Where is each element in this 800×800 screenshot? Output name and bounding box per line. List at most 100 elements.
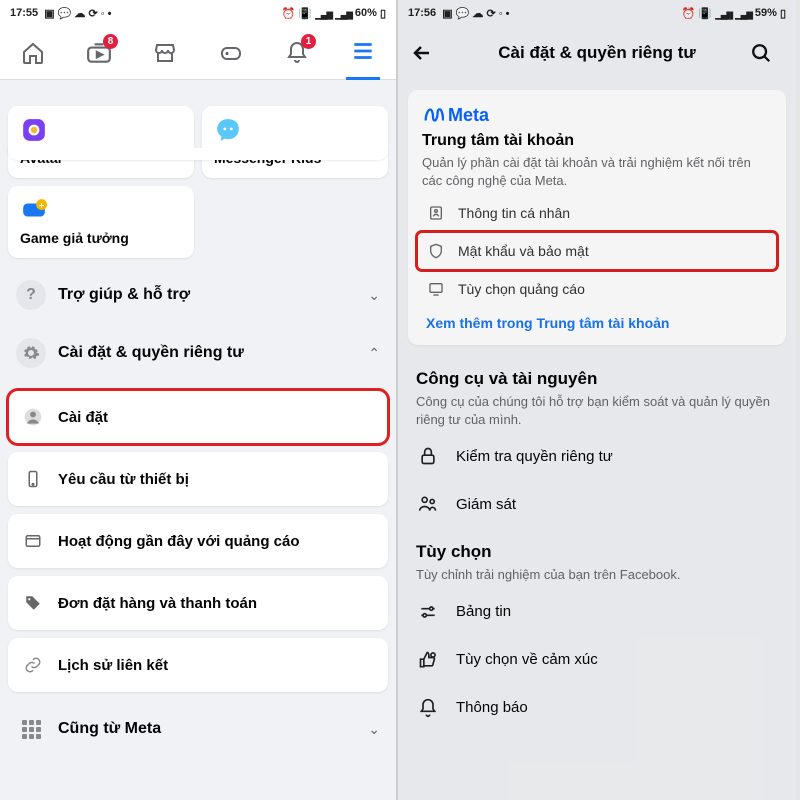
- status-right-icons: ⏰ 📳 ▁▃▅ ▁▃▅: [282, 7, 352, 20]
- accounts-center-desc: Quản lý phần cài đặt tài khoản và trải n…: [422, 154, 772, 189]
- status-time: 17:56: [408, 7, 436, 19]
- header-title: Cài đặt & quyền riêng tư: [444, 43, 750, 63]
- item-supervision-label: Giám sát: [456, 496, 516, 513]
- menu-recent-ad-activity[interactable]: Hoạt động gần đây với quảng cáo: [8, 514, 388, 568]
- section-preferences-title: Tùy chọn: [416, 542, 778, 562]
- tile-fantasy-game[interactable]: + Game giả tưởng: [8, 186, 194, 258]
- section-also-meta[interactable]: Cũng từ Meta ⌄: [0, 700, 396, 758]
- right-screenshot: 17:56 ▣ 💬 ☁ ⟳ ◦ • ⏰ 📳 ▁▃▅ ▁▃▅ 59% ▯ Cài …: [398, 0, 796, 800]
- person-card-icon: [426, 205, 446, 221]
- section-tools: Công cụ và tài nguyên Công cụ của chúng …: [398, 355, 796, 432]
- status-battery: 59%: [755, 7, 777, 19]
- status-app-icons: ▣ 💬 ☁ ⟳ ◦ •: [41, 7, 111, 20]
- battery-icon: ▯: [380, 7, 386, 20]
- nav-notifications-icon[interactable]: 1: [280, 36, 314, 70]
- section-preferences: Tùy chọn Tùy chỉnh trải nghiệm của bạn t…: [398, 528, 796, 588]
- menu-orders-payments[interactable]: Đơn đặt hàng và thanh toán: [8, 576, 388, 630]
- tile-fantasy-game-label: Game giả tưởng: [20, 230, 182, 246]
- tag-icon: [22, 592, 44, 614]
- row-ad-preferences-label: Tùy chọn quảng cáo: [458, 281, 585, 297]
- item-notifications-label: Thông báo: [456, 699, 528, 716]
- chevron-up-icon: ⌃: [368, 345, 380, 362]
- menu-orders-payments-label: Đơn đặt hàng và thanh toán: [58, 595, 257, 612]
- truncated-tile-row: [8, 148, 388, 160]
- nav-menu-icon[interactable]: [346, 26, 380, 80]
- screen-icon: [426, 281, 446, 297]
- accounts-center-card: Meta Trung tâm tài khoản Quản lý phần cà…: [408, 90, 786, 345]
- family-icon: [416, 494, 440, 514]
- section-also-meta-label: Cũng từ Meta: [58, 720, 368, 738]
- item-privacy-checkup[interactable]: Kiểm tra quyền riêng tư: [398, 432, 796, 480]
- nav-gaming-icon[interactable]: [214, 36, 248, 70]
- section-tools-title: Công cụ và tài nguyên: [416, 369, 778, 389]
- nav-video-badge: 8: [103, 34, 118, 49]
- thumbs-up-icon: [416, 650, 440, 670]
- status-time: 17:55: [10, 7, 38, 19]
- nav-bell-badge: 1: [301, 34, 316, 49]
- bell-icon: [416, 698, 440, 718]
- meta-logo: Meta: [422, 104, 772, 126]
- shortcut-tiles: Avatar Messenger Kids + Game giả tưởng: [0, 98, 396, 266]
- avatar-icon: [20, 116, 48, 144]
- status-battery: 60%: [355, 7, 377, 19]
- item-news-feed-label: Bảng tin: [456, 603, 511, 620]
- menu-settings[interactable]: Cài đặt: [8, 390, 388, 444]
- apps-grid-icon: [16, 714, 46, 744]
- status-bar: 17:55 ▣ 💬 ☁ ⟳ ◦ • ⏰ 📳 ▁▃▅ ▁▃▅ 60% ▯: [0, 0, 396, 26]
- menu-device-requests[interactable]: Yêu cầu từ thiết bị: [8, 452, 388, 506]
- person-gear-icon: [22, 406, 44, 428]
- gear-icon: [16, 338, 46, 368]
- menu-link-history-label: Lịch sử liên kết: [58, 657, 168, 674]
- section-help-label: Trợ giúp & hỗ trợ: [58, 286, 368, 304]
- item-supervision[interactable]: Giám sát: [398, 480, 796, 528]
- svg-text:+: +: [39, 200, 44, 210]
- back-button[interactable]: [410, 41, 444, 65]
- section-help-support[interactable]: ? Trợ giúp & hỗ trợ ⌄: [0, 266, 396, 324]
- sliders-icon: [416, 602, 440, 622]
- status-app-icons: ▣ 💬 ☁ ⟳ ◦ •: [439, 7, 509, 20]
- chevron-down-icon: ⌄: [368, 287, 380, 304]
- search-button[interactable]: [750, 42, 784, 64]
- status-bar: 17:56 ▣ 💬 ☁ ⟳ ◦ • ⏰ 📳 ▁▃▅ ▁▃▅ 59% ▯: [398, 0, 796, 26]
- nav-marketplace-icon[interactable]: [148, 36, 182, 70]
- left-screenshot: 17:55 ▣ 💬 ☁ ⟳ ◦ • ⏰ 📳 ▁▃▅ ▁▃▅ 60% ▯ 8 1: [0, 0, 398, 800]
- status-right-icons: ⏰ 📳 ▁▃▅ ▁▃▅: [682, 7, 752, 20]
- tile-avatar[interactable]: Avatar: [8, 106, 194, 178]
- item-news-feed[interactable]: Bảng tin: [398, 588, 796, 636]
- section-preferences-desc: Tùy chỉnh trải nghiệm của bạn trên Faceb…: [416, 566, 778, 584]
- menu-link-history[interactable]: Lịch sử liên kết: [8, 638, 388, 692]
- row-password-security-label: Mật khẩu và bảo mật: [458, 243, 589, 259]
- menu-device-requests-label: Yêu cầu từ thiết bị: [58, 471, 189, 488]
- item-notifications[interactable]: Thông báo: [398, 684, 796, 732]
- shield-icon: [426, 243, 446, 259]
- row-personal-info-label: Thông tin cá nhân: [458, 205, 570, 221]
- section-settings-privacy[interactable]: Cài đặt & quyền riêng tư ⌃: [0, 324, 396, 382]
- row-password-security[interactable]: Mật khẩu và bảo mật: [418, 233, 776, 269]
- ad-activity-icon: [22, 530, 44, 552]
- nav-video-icon[interactable]: 8: [82, 36, 116, 70]
- tile-messenger-kids[interactable]: Messenger Kids: [202, 106, 388, 178]
- item-reaction-prefs[interactable]: Tùy chọn về cảm xúc: [398, 636, 796, 684]
- accounts-center-title: Trung tâm tài khoản: [422, 132, 772, 150]
- messenger-kids-icon: [214, 116, 242, 144]
- fantasy-game-icon: +: [20, 196, 48, 224]
- help-icon: ?: [16, 280, 46, 310]
- row-personal-info[interactable]: Thông tin cá nhân: [422, 195, 772, 231]
- item-privacy-checkup-label: Kiểm tra quyền riêng tư: [456, 448, 613, 465]
- section-settings-privacy-label: Cài đặt & quyền riêng tư: [58, 344, 368, 362]
- menu-recent-ad-activity-label: Hoạt động gần đây với quảng cáo: [58, 533, 300, 550]
- meta-logo-text: Meta: [448, 105, 489, 126]
- chevron-down-icon: ⌄: [368, 721, 380, 738]
- battery-icon: ▯: [780, 7, 786, 20]
- item-reaction-prefs-label: Tùy chọn về cảm xúc: [456, 651, 598, 668]
- phone-icon: [22, 468, 44, 490]
- top-nav: 8 1: [0, 26, 396, 80]
- nav-home-icon[interactable]: [16, 36, 50, 70]
- link-icon: [22, 654, 44, 676]
- see-more-accounts-center-link[interactable]: Xem thêm trong Trung tâm tài khoản: [422, 307, 772, 333]
- row-ad-preferences[interactable]: Tùy chọn quảng cáo: [422, 271, 772, 307]
- lock-icon: [416, 446, 440, 466]
- settings-header: Cài đặt & quyền riêng tư: [398, 26, 796, 80]
- menu-settings-label: Cài đặt: [58, 409, 108, 426]
- section-tools-desc: Công cụ của chúng tôi hỗ trợ bạn kiểm so…: [416, 393, 778, 428]
